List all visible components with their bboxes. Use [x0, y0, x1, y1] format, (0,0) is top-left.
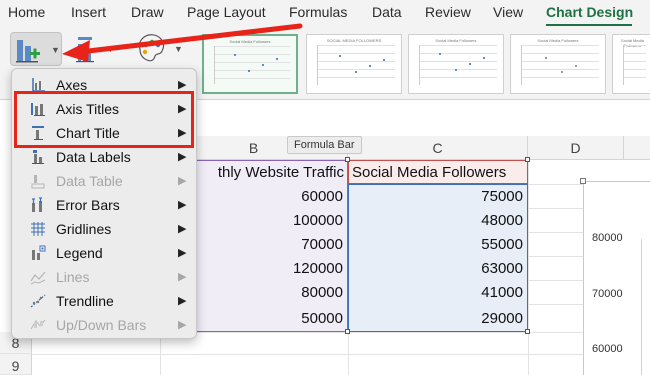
menu-item-error-bars[interactable]: Error Bars ▶	[12, 193, 198, 217]
chevron-right-icon: ▶	[178, 319, 187, 331]
chart-style-3[interactable]: Social Media Followers	[408, 34, 504, 94]
tab-home[interactable]: Home	[8, 4, 45, 20]
chart-style-title: Social Media Followers	[435, 38, 477, 43]
tab-review[interactable]: Review	[425, 4, 471, 20]
menu-item-gridlines[interactable]: Gridlines ▶	[12, 217, 198, 241]
chevron-right-icon: ▶	[178, 175, 187, 187]
lines-icon	[30, 271, 46, 285]
chart-style-5[interactable]: Social Media Followers	[612, 34, 650, 94]
chevron-right-icon: ▶	[178, 247, 187, 259]
chart-style-2[interactable]: SOCIAL MEDIA FOLLOWERS	[306, 34, 402, 94]
table-cell[interactable]: 29000	[348, 307, 528, 331]
column-header-e[interactable]	[624, 136, 650, 160]
add-chart-element-button[interactable]: ▼	[10, 32, 62, 66]
chevron-right-icon: ▶	[178, 151, 187, 163]
change-colors-button[interactable]: ▼	[134, 34, 184, 64]
chart-y-tick: 80000	[592, 232, 623, 244]
chart-style-title: Social Media Followers	[229, 39, 271, 44]
chevron-right-icon: ▶	[178, 79, 187, 91]
chevron-right-icon: ▶	[178, 271, 187, 283]
formula-bar-tooltip: Formula Bar	[287, 136, 362, 154]
chevron-down-icon: ▼	[106, 44, 115, 54]
row-header-9[interactable]: 9	[0, 354, 32, 375]
menu-item-legend[interactable]: Legend ▶	[12, 241, 198, 265]
table-cell[interactable]: 55000	[348, 233, 528, 257]
tab-formulas[interactable]: Formulas	[289, 4, 347, 20]
header-website-traffic[interactable]: thly Website Traffic	[193, 161, 348, 185]
chevron-down-icon: ▼	[174, 44, 183, 54]
error-bars-icon	[32, 197, 42, 212]
column-header-d[interactable]: D	[528, 136, 624, 160]
tab-view[interactable]: View	[493, 4, 523, 20]
chart-style-1[interactable]: Social Media Followers	[202, 34, 298, 94]
tab-page-layout[interactable]: Page Layout	[187, 4, 266, 20]
chevron-down-icon: ▼	[51, 45, 60, 55]
data-table-icon	[31, 175, 45, 189]
chart-style-title: Social Media Followers	[537, 38, 579, 43]
chart-style-title: SOCIAL MEDIA FOLLOWERS	[326, 38, 382, 43]
ribbon-tab-bar: Home Insert Draw Page Layout Formulas Da…	[0, 0, 650, 27]
chevron-right-icon: ▶	[178, 295, 187, 307]
menu-item-data-table: Data Table ▶	[12, 169, 198, 193]
chart-y-tick: 70000	[592, 288, 623, 300]
chart-style-4[interactable]: Social Media Followers	[510, 34, 606, 94]
tab-insert[interactable]: Insert	[71, 4, 106, 20]
table-cell[interactable]: 75000	[348, 185, 528, 209]
column-header-c[interactable]: C	[348, 136, 528, 160]
menu-item-data-labels[interactable]: Data Labels ▶	[12, 145, 198, 169]
table-cell[interactable]: 63000	[348, 257, 528, 281]
quick-layout-icon	[76, 37, 94, 63]
up-down-bars-icon	[30, 319, 46, 330]
chart-y-tick: 60000	[592, 343, 623, 355]
chart-resize-handle[interactable]	[580, 178, 586, 184]
tab-data[interactable]: Data	[372, 4, 402, 20]
header-social-media-followers[interactable]: Social Media Followers	[352, 161, 528, 185]
trendline-icon	[30, 294, 46, 308]
add-chart-element-icon	[16, 40, 40, 63]
legend-icon	[32, 245, 46, 260]
table-cell[interactable]: 41000	[348, 281, 528, 305]
menu-item-lines: Lines ▶	[12, 265, 198, 289]
quick-layout-button[interactable]: ▼	[68, 34, 116, 64]
tab-draw[interactable]: Draw	[131, 4, 164, 20]
table-cell[interactable]: 48000	[348, 209, 528, 233]
tab-chart-design[interactable]: Chart Design	[546, 4, 633, 20]
chevron-right-icon: ▶	[178, 199, 187, 211]
data-labels-icon	[32, 150, 44, 164]
chevron-right-icon: ▶	[178, 223, 187, 235]
chart-plot-axis	[641, 239, 642, 375]
menu-item-trendline[interactable]: Trendline ▶	[12, 289, 198, 313]
menu-item-up-down-bars: Up/Down Bars ▶	[12, 313, 198, 337]
gridlines-icon	[31, 222, 45, 236]
change-colors-icon	[138, 34, 165, 62]
annotation-highlight-box	[14, 91, 194, 148]
